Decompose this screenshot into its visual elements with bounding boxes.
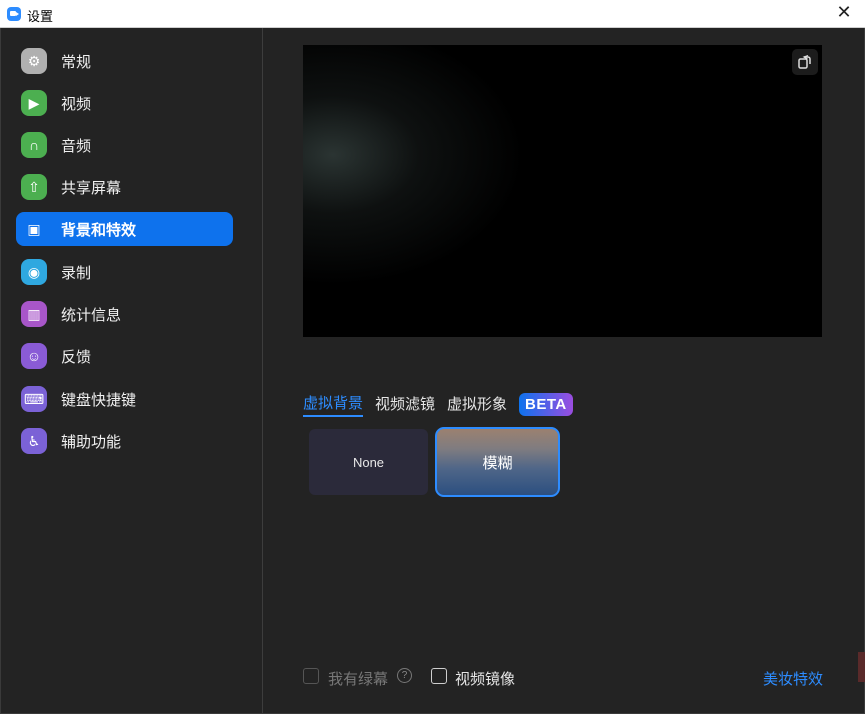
close-button[interactable]: ✕: [835, 4, 853, 22]
share-screen-icon: ⇧: [21, 174, 47, 200]
effects-tabs: 虚拟背景 视频滤镜 虚拟形象 BETA: [303, 390, 573, 418]
sidebar-item-label: 背景和特效: [61, 221, 137, 239]
background-blur-option[interactable]: 模糊: [435, 427, 560, 497]
edge-artifact: [858, 652, 865, 682]
accessibility-icon: ♿: [21, 428, 47, 454]
sidebar-item-background[interactable]: ▣ 背景和特效: [16, 212, 233, 246]
main-panel: 虚拟背景 视频滤镜 虚拟形象 BETA None 模糊 我有绿幕 ? 视频镜像 …: [263, 28, 865, 713]
sidebar-item-label: 键盘快捷键: [61, 391, 137, 409]
sidebar-item-share-screen[interactable]: ⇧ 共享屏幕: [16, 170, 233, 204]
mirror-video-label: 视频镜像: [455, 671, 516, 688]
tab-video-filters[interactable]: 视频滤镜: [375, 393, 435, 416]
sidebar-item-label: 音频: [61, 137, 92, 155]
sidebar-item-keyboard[interactable]: ⌨ 键盘快捷键: [16, 382, 233, 416]
sidebar-item-label: 共享屏幕: [61, 179, 122, 197]
sidebar-item-label: 辅助功能: [61, 433, 122, 451]
sidebar-item-label: 录制: [61, 264, 92, 282]
green-screen-checkbox[interactable]: [303, 668, 319, 684]
background-none-option[interactable]: None: [309, 429, 428, 495]
rotate-icon: [798, 54, 811, 69]
beta-badge: BETA: [519, 392, 573, 416]
beauty-effects-link[interactable]: 美妆特效: [763, 668, 823, 689]
sidebar-item-label: 统计信息: [61, 306, 122, 324]
keyboard-icon: ⌨: [21, 386, 47, 412]
window-title: 设置: [27, 9, 54, 24]
sidebar-item-record[interactable]: ◉ 录制: [16, 255, 233, 289]
sidebar-item-label: 反馈: [61, 348, 92, 366]
title-bar: 设置 ✕: [0, 0, 865, 28]
footer-options: 我有绿幕 ? 视频镜像 美妆特效: [303, 665, 823, 689]
help-icon[interactable]: ?: [397, 668, 412, 683]
rotate-camera-button[interactable]: [792, 49, 818, 75]
sidebar-item-label: 视频: [61, 95, 92, 113]
video-preview: [303, 45, 822, 337]
camera-icon: ▶: [21, 90, 47, 116]
sidebar-item-camera[interactable]: ▶ 视频: [16, 86, 233, 120]
sidebar-item-gear[interactable]: ⚙ 常规: [16, 44, 233, 78]
mirror-video-checkbox[interactable]: [431, 668, 447, 684]
preview-image: [303, 45, 822, 337]
statistics-icon: ▥: [21, 301, 47, 327]
tab-virtual-background[interactable]: 虚拟背景: [303, 392, 364, 417]
sidebar-item-statistics[interactable]: ▥ 统计信息: [16, 297, 233, 331]
background-icon: ▣: [27, 220, 41, 237]
sidebar-item-label: 常规: [61, 53, 92, 71]
zoom-app-icon: [7, 7, 21, 21]
sidebar: ⚙ 常规 ▶ 视频 ∩ 音频 ⇧ 共享屏幕 ▣ 背景和特效 ◉ 录制 ▥ 统计信息 ☺ 反馈 ⌨ 键盘快捷键 ♿ 辅助…: [1, 28, 263, 713]
green-screen-label: 我有绿幕: [328, 671, 389, 688]
record-icon: ◉: [21, 259, 47, 285]
sidebar-item-accessibility[interactable]: ♿ 辅助功能: [16, 424, 233, 458]
headphones-icon: ∩: [21, 132, 47, 158]
tab-avatars[interactable]: 虚拟形象: [447, 393, 507, 416]
settings-window: ⚙ 常规 ▶ 视频 ∩ 音频 ⇧ 共享屏幕 ▣ 背景和特效 ◉ 录制 ▥ 统计信息 ☺ 反馈 ⌨ 键盘快捷键 ♿ 辅助…: [0, 28, 865, 714]
sidebar-item-headphones[interactable]: ∩ 音频: [16, 128, 233, 162]
sidebar-item-feedback[interactable]: ☺ 反馈: [16, 339, 233, 373]
feedback-icon: ☺: [21, 343, 47, 369]
gear-icon: ⚙: [21, 48, 47, 74]
